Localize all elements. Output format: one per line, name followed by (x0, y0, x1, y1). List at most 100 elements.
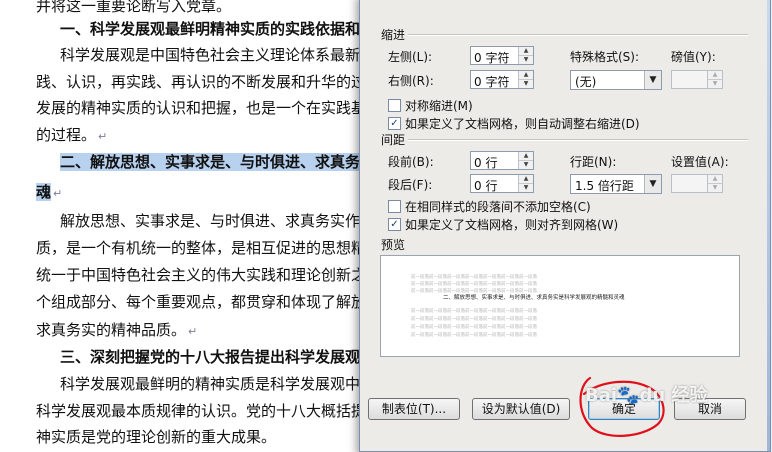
document-line[interactable]: 质，是一个有机统一的整体，是相互促进的思想精髓 (36, 237, 381, 258)
spacing-section-label: 间距 (381, 133, 406, 147)
space-before-value: 0 行 (474, 156, 498, 170)
spin-down-icon[interactable]: ▼ (708, 79, 722, 88)
document-line[interactable]: 并将这一重要论断写入党章。 (36, 0, 231, 16)
watermark-logo: Bai🐾du 经验 (585, 385, 708, 406)
set-default-button[interactable]: 设为默认值(D) (472, 398, 570, 420)
spin-up-icon[interactable]: ▲ (519, 47, 533, 55)
mirror-indent-label: 对称缩进(M) (405, 99, 473, 113)
space-after-value: 0 行 (474, 179, 498, 193)
paragraph-preview: 前一段落前一段落前一段落前一段落前一段落前一段落前一段落 前一段落前一段落前一段落… (380, 255, 740, 357)
at-spinner[interactable]: ▲ ▼ (671, 174, 723, 193)
line-text: 神实质是党的理论创新的重大成果。 (36, 428, 277, 446)
mirror-indent-checkbox[interactable]: 对称缩进(M) (388, 97, 473, 114)
document-line[interactable]: 解放思想、实事求是、与时俱进、求真务实作为 (60, 210, 375, 231)
preview-filler-line: 前一段落前一段落前一段落前一段落前一段落前一段落前一段落 (411, 325, 537, 330)
document-line[interactable]: 科学发展观最本质规律的认识。党的十八大概括提炼 (36, 400, 381, 421)
document-line[interactable]: 科学发展观最鲜明的精神实质是科学发展观中起 (60, 373, 375, 394)
line-text: 求真务实的精神品质。 (36, 321, 187, 339)
document-line[interactable]: 发展的精神实质的认识和把握，也是一个在实践基础 (36, 97, 381, 118)
spin-up-icon[interactable]: ▲ (519, 175, 533, 183)
spacing-separator (408, 139, 748, 141)
left-indent-label: 左侧(L): (388, 50, 433, 64)
document-line[interactable]: 的过程。 ↵ (36, 124, 107, 145)
no-space-same-style-label: 在相同样式的段落间不添加空格(C) (405, 200, 591, 214)
preview-filler-line: 前一段落前一段落前一段落前一段落前一段落前一段落前一段落 (411, 317, 537, 322)
space-after-spinner[interactable]: 0 行 ▲ ▼ (470, 174, 534, 193)
space-after-label: 段后(F): (388, 178, 433, 192)
by-label: 磅值(Y): (671, 50, 716, 64)
dropdown-arrow-icon[interactable]: ▼ (644, 71, 661, 89)
by-spinner[interactable]: ▲ ▼ (671, 70, 723, 89)
spin-up-icon[interactable]: ▲ (708, 175, 722, 183)
space-before-label: 段前(B): (388, 155, 434, 169)
line-text: 践、认识，再实践、再认识的不断发展和升华的过程 (36, 73, 382, 91)
line-text: 解放思想、实事求是、与时俱进、求真务实作为 (60, 212, 376, 230)
checkbox-box[interactable] (388, 200, 401, 213)
spin-down-icon[interactable]: ▼ (519, 160, 533, 169)
check-icon[interactable]: ✓ (388, 117, 401, 130)
indent-section-label: 缩进 (381, 28, 406, 42)
preview-filler-line: 前一段落前一段落前一段落前一段落前一段落前一段落前一段落 (411, 333, 537, 338)
spin-up-icon[interactable]: ▲ (708, 71, 722, 79)
auto-adjust-right-checkbox[interactable]: ✓ 如果定义了文档网格，则自动调整右缩进(D) (388, 115, 640, 132)
preview-filler-line: 前一段落前一段落前一段落前一段落前一段落前一段落前一段落 (411, 275, 537, 280)
spin-down-icon[interactable]: ▼ (708, 183, 722, 192)
preview-filler-line: 前一段落前一段落前一段落前一段落前一段落前一段落前一段落 (411, 309, 537, 314)
left-indent-value: 0 字符 (474, 51, 510, 65)
document-line[interactable]: 统一于中国特色社会主义的伟大实践和理论创新之中 (36, 264, 381, 285)
line-text: 科学发展观是中国特色社会主义理论体系最新成 (60, 46, 376, 64)
line-text: 一、科学发展观最鲜明精神实质的实践依据和理 (60, 20, 376, 38)
right-indent-spinner[interactable]: 0 字符 ▲ ▼ (470, 70, 534, 89)
line-text: 统一于中国特色社会主义的伟大实践和理论创新之中 (36, 266, 382, 284)
spin-down-icon[interactable]: ▼ (519, 79, 533, 88)
line-text: 科学发展观最鲜明的精神实质是科学发展观中起 (60, 375, 376, 393)
line-spacing-value: 1.5 倍行距 (575, 179, 634, 193)
document-line[interactable]: 个组成部分、每个重要观点，都贯穿和体现了解放思 (36, 291, 381, 312)
line-text: 二、解放思想、实事求是、与时俱进、求真务实 (60, 153, 376, 171)
special-indent-value: (无) (575, 75, 597, 89)
preview-section-label: 预览 (381, 238, 406, 252)
space-before-spinner[interactable]: 0 行 ▲ ▼ (470, 151, 534, 170)
line-text: 的过程。 (36, 126, 97, 144)
check-icon[interactable]: ✓ (388, 218, 401, 231)
preview-filler-line: 前一段落前一段落前一段落前一段落前一段落前一段落前一段落 (411, 282, 537, 287)
line-text: 三、深刻把握党的十八大报告提出科学发展观最 (60, 348, 376, 366)
left-indent-spinner[interactable]: 0 字符 ▲ ▼ (470, 46, 534, 65)
right-indent-value: 0 字符 (474, 75, 510, 89)
tabs-button[interactable]: 制表位(T)... (368, 398, 460, 420)
line-text: 魂 (36, 183, 52, 201)
checkbox-box[interactable] (388, 99, 401, 112)
document-line[interactable]: 求真务实的精神品质。 ↵ (36, 319, 197, 340)
line-text: 科学发展观最本质规律的认识。党的十八大概括提炼 (36, 402, 382, 420)
preview-sample-line: 二、解放思想、实事求是、与时俱进、求真务实是科学发展观的精髓和灵魂 (443, 295, 625, 301)
paragraph-mark-icon: ↵ (188, 325, 198, 338)
document-heading[interactable]: 魂 ↵ (36, 181, 62, 202)
line-text: 个组成部分、每个重要观点，都贯穿和体现了解放思 (36, 293, 382, 311)
document-line[interactable]: 践、认识，再实践、再认识的不断发展和升华的过程 (36, 71, 381, 92)
line-text: 并将这一重要论断写入党章。 (36, 0, 232, 15)
auto-adjust-right-label: 如果定义了文档网格，则自动调整右缩进(D) (405, 117, 640, 131)
snap-to-grid-label: 如果定义了文档网格，则对齐到网格(W) (405, 218, 619, 232)
dialog-frame-edge (767, 0, 770, 451)
document-line[interactable]: 科学发展观是中国特色社会主义理论体系最新成 (60, 44, 375, 65)
line-text: 发展的精神实质的认识和把握，也是一个在实践基础 (36, 99, 382, 117)
special-indent-label: 特殊格式(S): (570, 50, 640, 64)
line-spacing-select[interactable]: 1.5 倍行距 ▼ (570, 174, 662, 194)
at-label: 设置值(A): (671, 155, 729, 169)
document-heading[interactable]: 三、深刻把握党的十八大报告提出科学发展观最 (60, 346, 375, 367)
dropdown-arrow-icon[interactable]: ▼ (644, 175, 661, 193)
right-indent-label: 右侧(R): (388, 74, 434, 88)
document-heading[interactable]: 一、科学发展观最鲜明精神实质的实践依据和理 (60, 18, 375, 39)
no-space-same-style-checkbox[interactable]: 在相同样式的段落间不添加空格(C) (388, 198, 591, 215)
spin-down-icon[interactable]: ▼ (519, 183, 533, 192)
spin-up-icon[interactable]: ▲ (519, 152, 533, 160)
snap-to-grid-checkbox[interactable]: ✓ 如果定义了文档网格，则对齐到网格(W) (388, 216, 618, 233)
spin-up-icon[interactable]: ▲ (519, 71, 533, 79)
paragraph-mark-icon: ↵ (53, 187, 63, 200)
paragraph-dialog: 缩进 左侧(L): 0 字符 ▲ ▼ 右侧(R): 0 字符 ▲ ▼ 特殊格式(S)… (359, 0, 771, 452)
spin-down-icon[interactable]: ▼ (519, 55, 533, 64)
special-indent-select[interactable]: (无) ▼ (570, 70, 662, 90)
document-heading[interactable]: 二、解放思想、实事求是、与时俱进、求真务实 (60, 151, 376, 172)
indent-separator (408, 34, 748, 36)
paragraph-mark-icon: ↵ (98, 130, 108, 143)
